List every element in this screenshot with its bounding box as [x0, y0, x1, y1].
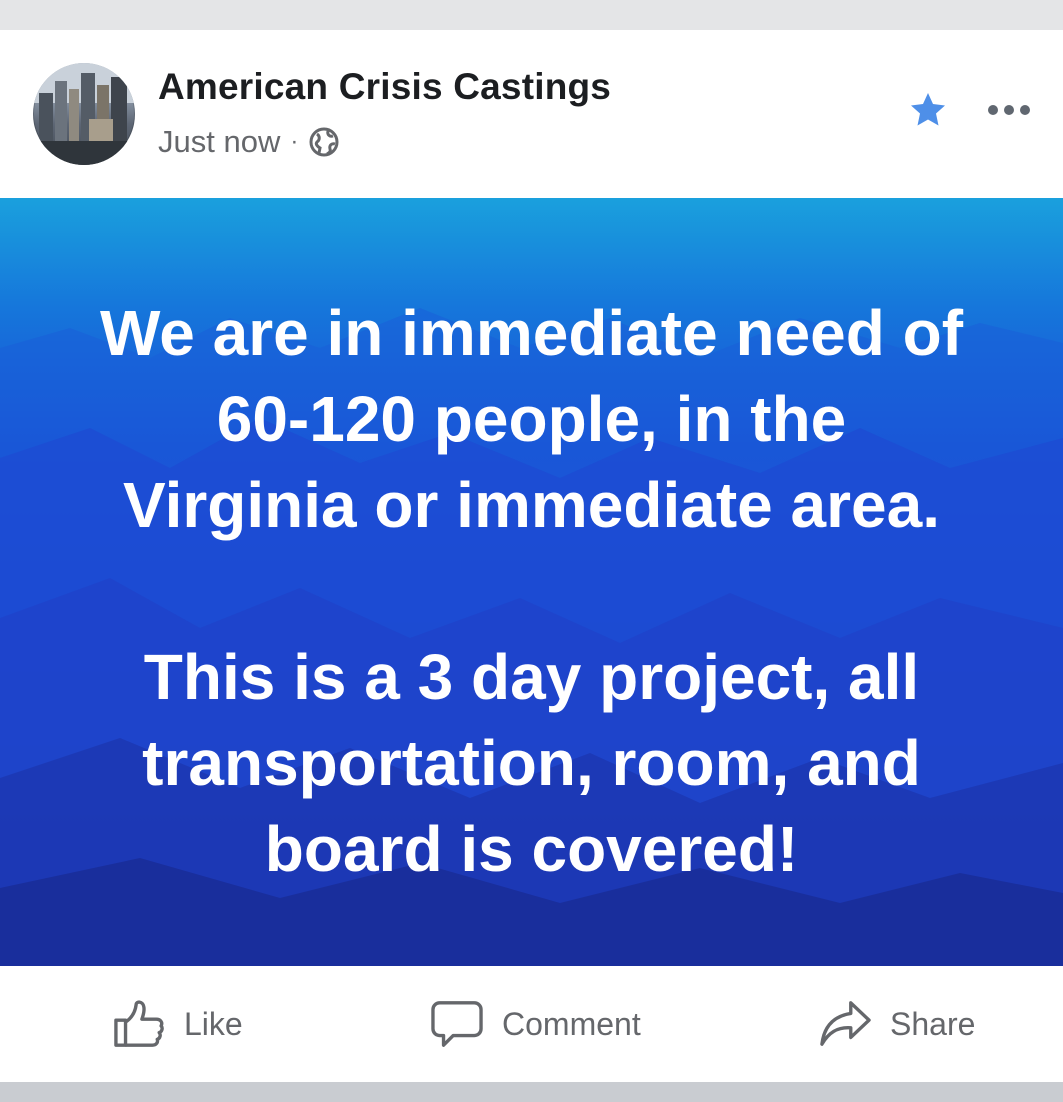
- post-actions-bar: Like Comment Share: [0, 966, 1063, 1082]
- banner-line: transportation, room, and: [142, 727, 921, 799]
- globe-icon[interactable]: [308, 126, 340, 158]
- comment-button[interactable]: Comment: [430, 994, 641, 1054]
- share-label: Share: [890, 1005, 976, 1042]
- meta-separator: ·: [290, 128, 299, 155]
- banner-text: We are in immediate need of 60-120 peopl…: [0, 290, 1063, 892]
- post-header: American Crisis Castings Just now ·: [0, 30, 1063, 198]
- comment-label: Comment: [502, 1005, 641, 1042]
- share-button[interactable]: Share: [818, 994, 975, 1054]
- feed-divider-bottom: [0, 1082, 1063, 1102]
- thumbs-up-icon: [114, 1000, 164, 1047]
- banner-line: board is covered!: [264, 813, 799, 885]
- like-label: Like: [184, 1005, 243, 1042]
- post-meta: Just now ·: [158, 122, 340, 162]
- feed-divider-top: [0, 0, 1063, 30]
- post-banner-image[interactable]: We are in immediate need of 60-120 peopl…: [0, 198, 1063, 966]
- banner-line: Virginia or immediate area.: [123, 469, 940, 541]
- feed-post: American Crisis Castings Just now · We a…: [0, 30, 1063, 1082]
- like-button[interactable]: Like: [112, 994, 243, 1054]
- star-icon[interactable]: [908, 90, 948, 130]
- more-dots-icon[interactable]: [984, 90, 1034, 130]
- banner-line: We are in immediate need of: [99, 297, 964, 369]
- speech-bubble-icon: [431, 1001, 483, 1047]
- post-timestamp[interactable]: Just now: [158, 124, 280, 160]
- banner-line: 60-120 people, in the: [216, 383, 847, 455]
- banner-line: This is a 3 day project, all: [143, 641, 920, 713]
- page-avatar[interactable]: [33, 63, 135, 165]
- share-arrow-icon: [820, 1001, 871, 1046]
- page-name[interactable]: American Crisis Castings: [158, 66, 611, 108]
